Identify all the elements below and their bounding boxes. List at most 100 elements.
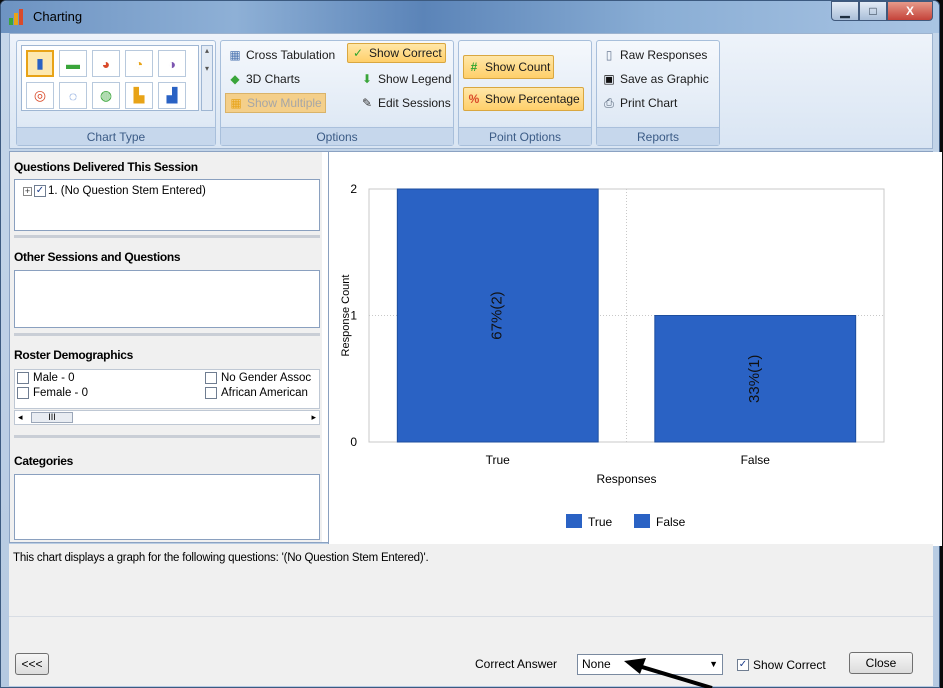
description-area: This chart displays a graph for the foll… xyxy=(9,544,933,616)
maximize-button[interactable]: □ xyxy=(859,1,887,21)
categories-list[interactable] xyxy=(14,474,320,540)
data-label: 67%(2) xyxy=(489,291,506,339)
edit-sessions-button[interactable]: ✎ Edit Sessions xyxy=(357,93,454,113)
point-options-label: Point Options xyxy=(459,127,591,145)
minimize-button[interactable]: ▁ xyxy=(831,1,859,21)
y-tick-label: 2 xyxy=(350,182,357,196)
raw-responses-button[interactable]: ▯ Raw Responses xyxy=(599,45,710,65)
chart-description: This chart displays a graph for the foll… xyxy=(13,552,429,564)
pencil-icon: ✎ xyxy=(361,96,373,110)
chart-type-group: ▮ ▬ ◕ ◔ ◑ ◎ ◌ ◍ ▙ ▟ ▴ ▾ Chart Type xyxy=(16,40,216,146)
x-tick-label: False xyxy=(741,453,771,467)
demographic-male[interactable]: Male - 0 xyxy=(17,372,75,384)
title-bar[interactable]: Charting ▁ □ X xyxy=(1,1,939,33)
correct-answer-value: None xyxy=(582,657,611,671)
doughnut-exploded-icon[interactable]: ◌ xyxy=(59,82,87,109)
options-label: Options xyxy=(221,127,453,145)
scroll-left-icon[interactable]: ◂ xyxy=(18,412,23,423)
expand-icon[interactable]: + xyxy=(23,186,32,196)
chart-type-label: Chart Type xyxy=(17,127,215,145)
male-checkbox[interactable] xyxy=(17,372,29,384)
legend-label: False xyxy=(656,515,686,529)
data-label: 33%(1) xyxy=(746,355,763,403)
show-correct-label: Show Correct xyxy=(753,658,826,672)
exploded-pie-icon[interactable]: ◔ xyxy=(125,50,153,77)
splitter[interactable] xyxy=(14,235,320,238)
options-group: ▦ Cross Tabulation ✓ Show Correct ◆ 3D C… xyxy=(220,40,454,146)
splitter[interactable] xyxy=(14,435,320,438)
no-gender-checkbox[interactable] xyxy=(205,372,217,384)
show-correct-checkbox[interactable]: ✓ xyxy=(737,659,749,671)
chart-type-gallery: ▮ ▬ ◕ ◔ ◑ ◎ ◌ ◍ ▙ ▟ xyxy=(21,45,199,111)
scroll-right-icon[interactable]: ▸ xyxy=(311,412,316,423)
horizontal-bar-icon[interactable]: ▬ xyxy=(59,50,87,77)
demographics-list: Male - 0 Female - 0 No Gender Assoc Afri… xyxy=(14,369,320,409)
charting-window: Charting ▁ □ X ▮ ▬ ◕ ◔ ◑ ◎ ◌ ◍ ▙ ▟ ▴ ▾ Ch… xyxy=(0,0,942,688)
roster-demographics-title: Roster Demographics xyxy=(14,348,133,362)
left-pane: Questions Delivered This Session + ✓ 1. … xyxy=(10,152,322,542)
floppy-disk-icon: ▣ xyxy=(603,72,615,86)
back-button[interactable]: <<< xyxy=(15,653,49,675)
checkmark-icon: ✓ xyxy=(352,46,364,60)
questions-tree[interactable]: + ✓ 1. (No Question Stem Entered) xyxy=(14,179,320,231)
legend-label: True xyxy=(588,515,613,529)
table-icon: ▦ xyxy=(229,48,241,62)
question-label: 1. (No Question Stem Entered) xyxy=(48,185,206,197)
y-axis-label: Response Count xyxy=(340,275,352,357)
demographic-female[interactable]: Female - 0 xyxy=(17,387,88,399)
show-correct-checkbox-row[interactable]: ✓ Show Correct xyxy=(737,658,826,672)
cross-tabulation-button[interactable]: ▦ Cross Tabulation xyxy=(225,45,338,65)
female-checkbox[interactable] xyxy=(17,387,29,399)
question-checkbox[interactable]: ✓ xyxy=(34,185,46,197)
african-american-checkbox[interactable] xyxy=(205,387,217,399)
show-legend-button[interactable]: ⬇ Show Legend xyxy=(357,69,454,89)
doughnut-icon[interactable]: ◎ xyxy=(26,82,54,109)
demographic-no-gender[interactable]: No Gender Assoc xyxy=(205,372,311,384)
content-area: Questions Delivered This Session + ✓ 1. … xyxy=(9,151,942,546)
bar-chart-icon[interactable]: ▮ xyxy=(26,50,54,77)
demographic-african-american[interactable]: African American xyxy=(205,387,308,399)
x-axis-label: Responses xyxy=(596,472,656,486)
demographics-scrollbar[interactable]: ◂ III ▸ xyxy=(14,410,320,425)
questions-section-title: Questions Delivered This Session xyxy=(14,160,198,174)
y-tick-label: 0 xyxy=(350,435,357,449)
other-sessions-list[interactable] xyxy=(14,270,320,328)
show-correct-toggle[interactable]: ✓ Show Correct xyxy=(347,43,446,63)
printer-icon: ⎙ xyxy=(604,96,614,110)
stacked-bar-icon[interactable]: ▙ xyxy=(125,82,153,109)
close-button[interactable]: Close xyxy=(849,652,913,674)
cube-icon: ◆ xyxy=(230,72,240,86)
legend-icon: ⬇ xyxy=(361,72,373,86)
response-chart: 01267%(2)True33%(1)FalseResponsesRespons… xyxy=(340,182,885,529)
doughnut-3d-icon[interactable]: ◍ xyxy=(92,82,120,109)
window-title: Charting xyxy=(33,9,83,24)
reports-label: Reports xyxy=(597,127,719,145)
other-sessions-title: Other Sessions and Questions xyxy=(14,250,181,264)
x-tick-label: True xyxy=(486,453,511,467)
splitter[interactable] xyxy=(14,333,320,336)
multiple-charts-icon: ▦ xyxy=(230,96,242,110)
show-percentage-toggle[interactable]: % Show Percentage xyxy=(463,87,584,111)
ribbon: ▮ ▬ ◕ ◔ ◑ ◎ ◌ ◍ ▙ ▟ ▴ ▾ Chart Type ▦ Cros… xyxy=(9,33,933,149)
scroll-thumb[interactable]: III xyxy=(31,412,73,423)
gallery-scrollbar[interactable]: ▴ ▾ xyxy=(201,45,213,111)
show-multiple-button[interactable]: ▦ Show Multiple xyxy=(225,93,326,113)
annotation-arrow-icon xyxy=(624,658,713,688)
legend-swatch xyxy=(566,514,582,528)
print-chart-button[interactable]: ⎙ Print Chart xyxy=(599,93,680,113)
show-count-toggle[interactable]: # Show Count xyxy=(463,55,555,79)
point-options-group: # Show Count % Show Percentage Point Opt… xyxy=(458,40,592,146)
column-chart-icon[interactable]: ▟ xyxy=(158,82,186,109)
question-tree-item[interactable]: + ✓ 1. (No Question Stem Entered) xyxy=(23,185,206,197)
hash-icon: # xyxy=(470,60,478,74)
document-icon: ▯ xyxy=(605,48,613,62)
chart-pane: 0 1 2 67%(2) True 33%(1) False Responses Respons… xyxy=(328,152,942,546)
close-window-button[interactable]: X xyxy=(887,1,933,21)
3d-charts-button[interactable]: ◆ 3D Charts xyxy=(225,69,303,89)
correct-answer-label: Correct Answer xyxy=(475,657,558,671)
legend-swatch xyxy=(634,514,650,528)
pie-3d-icon[interactable]: ◑ xyxy=(158,50,186,77)
footer-bar: <<< Correct Answer None ▼ ✓ Show Correct… xyxy=(9,616,933,686)
pie-chart-icon[interactable]: ◕ xyxy=(92,50,120,77)
save-as-graphic-button[interactable]: ▣ Save as Graphic xyxy=(599,69,712,89)
